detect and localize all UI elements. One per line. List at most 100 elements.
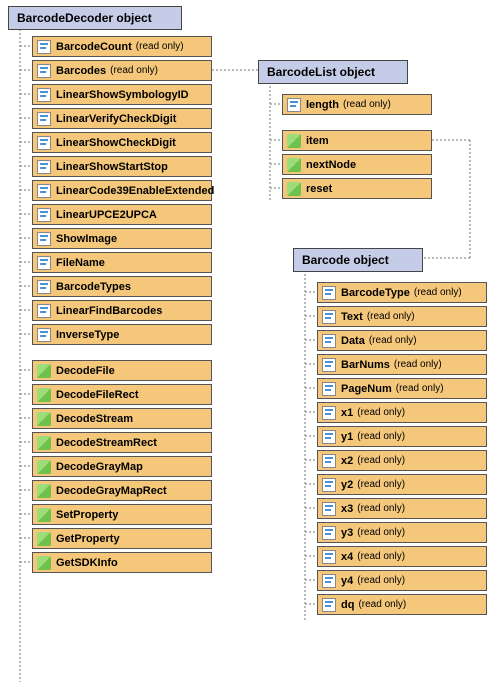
readonly-label: (read only) bbox=[357, 551, 405, 562]
item-label: y1 bbox=[341, 431, 353, 443]
prop-y2: y2(read only) bbox=[317, 474, 487, 495]
item-label: LinearVerifyCheckDigit bbox=[56, 113, 176, 125]
property-icon bbox=[322, 598, 336, 612]
item-label: LinearCode39EnableExtended bbox=[56, 185, 214, 197]
decoder-header: BarcodeDecoder object bbox=[8, 6, 182, 30]
readonly-label: (read only) bbox=[357, 431, 405, 442]
prop-LinearShowStartStop: LinearShowStartStop bbox=[32, 156, 212, 177]
readonly-label: (read only) bbox=[357, 503, 405, 514]
method-icon bbox=[37, 364, 51, 378]
readonly-label: (read only) bbox=[367, 311, 415, 322]
item-label: y4 bbox=[341, 575, 353, 587]
readonly-label: (read only) bbox=[357, 527, 405, 538]
item-label: nextNode bbox=[306, 159, 356, 171]
prop-Barcodes: Barcodes (read only) bbox=[32, 60, 212, 81]
method-icon bbox=[37, 412, 51, 426]
prop-dq: dq (read only) bbox=[317, 594, 487, 615]
method-DecodeFileRect: DecodeFileRect bbox=[32, 384, 212, 405]
item-label: DecodeGrayMapRect bbox=[56, 485, 167, 497]
method-icon bbox=[37, 388, 51, 402]
prop-BarcodeType: BarcodeType(read only) bbox=[317, 282, 487, 303]
property-icon bbox=[37, 304, 51, 318]
property-icon bbox=[322, 502, 336, 516]
method-SetProperty: SetProperty bbox=[32, 504, 212, 525]
readonly-label: (read only) bbox=[394, 359, 442, 370]
item-label: BarcodeCount bbox=[56, 41, 132, 53]
method-nextNode: nextNode bbox=[282, 154, 432, 175]
prop-LinearFindBarcodes: LinearFindBarcodes bbox=[32, 300, 212, 321]
readonly-label: (read only) bbox=[357, 575, 405, 586]
property-icon bbox=[322, 454, 336, 468]
prop-x2: x2(read only) bbox=[317, 450, 487, 471]
item-label: LinearShowCheckDigit bbox=[56, 137, 176, 149]
prop-FileName: FileName bbox=[32, 252, 212, 273]
barcode-header: Barcode object bbox=[293, 248, 423, 272]
method-icon bbox=[287, 134, 301, 148]
item-label: y3 bbox=[341, 527, 353, 539]
prop-BarcodeCount: BarcodeCount(read only) bbox=[32, 36, 212, 57]
prop-LinearCode39EnableExtended: LinearCode39EnableExtended bbox=[32, 180, 212, 201]
readonly-label: (read only) bbox=[343, 99, 391, 110]
item-label: DecodeFile bbox=[56, 365, 115, 377]
list-header: BarcodeList object bbox=[258, 60, 408, 84]
item-label: PageNum bbox=[341, 383, 392, 395]
method-DecodeGrayMap: DecodeGrayMap bbox=[32, 456, 212, 477]
prop-BarcodeTypes: BarcodeTypes bbox=[32, 276, 212, 297]
item-label: Barcodes bbox=[56, 65, 106, 77]
item-label: item bbox=[306, 135, 329, 147]
item-label: length bbox=[306, 99, 339, 111]
prop-y3: y3 (read only) bbox=[317, 522, 487, 543]
item-label: dq bbox=[341, 599, 354, 611]
prop-x3: x3 (read only) bbox=[317, 498, 487, 519]
prop-y1: y1 (read only) bbox=[317, 426, 487, 447]
property-icon bbox=[37, 184, 51, 198]
item-label: LinearFindBarcodes bbox=[56, 305, 162, 317]
prop-x1: x1(read only) bbox=[317, 402, 487, 423]
item-label: InverseType bbox=[56, 329, 119, 341]
method-icon bbox=[37, 436, 51, 450]
property-icon bbox=[322, 574, 336, 588]
readonly-label: (read only) bbox=[369, 335, 417, 346]
item-label: FileName bbox=[56, 257, 105, 269]
method-DecodeGrayMapRect: DecodeGrayMapRect bbox=[32, 480, 212, 501]
item-label: x2 bbox=[341, 455, 353, 467]
property-icon bbox=[322, 550, 336, 564]
method-icon bbox=[287, 158, 301, 172]
prop-InverseType: InverseType bbox=[32, 324, 212, 345]
item-label: DecodeGrayMap bbox=[56, 461, 143, 473]
item-label: LinearShowSymbologyID bbox=[56, 89, 189, 101]
readonly-label: (read only) bbox=[110, 65, 158, 76]
item-label: x3 bbox=[341, 503, 353, 515]
property-icon bbox=[37, 160, 51, 174]
property-icon bbox=[322, 478, 336, 492]
property-icon bbox=[37, 256, 51, 270]
item-label: BarNums bbox=[341, 359, 390, 371]
property-icon bbox=[322, 430, 336, 444]
property-icon bbox=[37, 328, 51, 342]
property-icon bbox=[322, 526, 336, 540]
method-icon bbox=[37, 484, 51, 498]
item-label: Data bbox=[341, 335, 365, 347]
prop-LinearShowSymbologyID: LinearShowSymbologyID bbox=[32, 84, 212, 105]
property-icon bbox=[322, 358, 336, 372]
property-icon bbox=[322, 406, 336, 420]
item-label: GetProperty bbox=[56, 533, 120, 545]
readonly-label: (read only) bbox=[358, 599, 406, 610]
item-label: DecodeFileRect bbox=[56, 389, 139, 401]
item-label: LinearUPCE2UPCA bbox=[56, 209, 157, 221]
item-label: GetSDKInfo bbox=[56, 557, 118, 569]
item-label: BarcodeTypes bbox=[56, 281, 131, 293]
item-label: y2 bbox=[341, 479, 353, 491]
property-icon bbox=[322, 286, 336, 300]
method-icon bbox=[37, 460, 51, 474]
method-icon bbox=[37, 532, 51, 546]
method-icon bbox=[37, 508, 51, 522]
prop-PageNum: PageNum(read only) bbox=[317, 378, 487, 399]
item-label: Text bbox=[341, 311, 363, 323]
method-DecodeFile: DecodeFile bbox=[32, 360, 212, 381]
prop-BarNums: BarNums (read only) bbox=[317, 354, 487, 375]
item-label: DecodeStream bbox=[56, 413, 133, 425]
method-GetSDKInfo: GetSDKInfo bbox=[32, 552, 212, 573]
property-icon bbox=[37, 88, 51, 102]
prop-LinearUPCE2UPCA: LinearUPCE2UPCA bbox=[32, 204, 212, 225]
